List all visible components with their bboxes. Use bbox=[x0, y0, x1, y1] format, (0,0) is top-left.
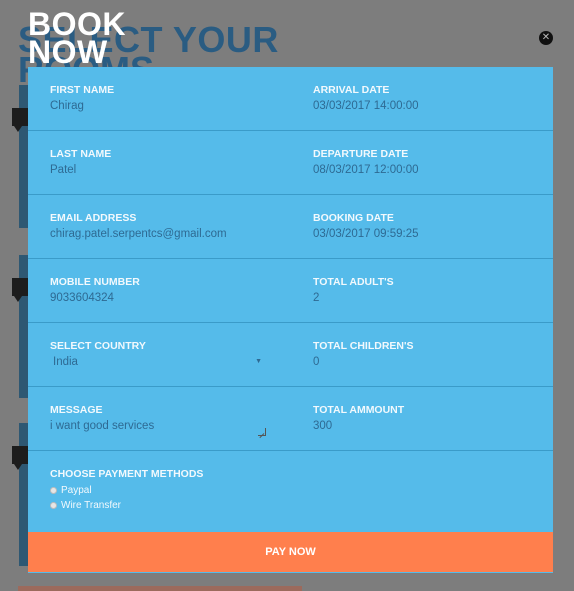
total-adults-label: TOTAL ADULT'S bbox=[313, 276, 394, 288]
first-name-label: FIRST NAME bbox=[50, 84, 115, 96]
mobile-input[interactable] bbox=[50, 291, 280, 305]
total-adults-field: TOTAL ADULT'S bbox=[290, 259, 552, 322]
booking-date-label: BOOKING DATE bbox=[313, 212, 394, 224]
first-name-field: FIRST NAME bbox=[28, 67, 290, 130]
country-label: SELECT COUNTRY bbox=[50, 340, 146, 352]
last-name-field: LAST NAME bbox=[28, 131, 290, 194]
mobile-label: MOBILE NUMBER bbox=[50, 276, 140, 288]
close-icon[interactable]: ✕ bbox=[539, 31, 553, 45]
departure-date-field: DEPARTURE DATE bbox=[290, 131, 552, 194]
arrival-date-field: ARRIVAL DATE bbox=[290, 67, 552, 130]
payment-option-wire-transfer[interactable]: Wire Transfer bbox=[50, 500, 290, 511]
chevron-down-icon: ▼ bbox=[255, 358, 262, 365]
total-children-field: TOTAL CHILDREN'S bbox=[290, 323, 552, 386]
form-row: MESSAGE i want good services TOTAL AMMOU… bbox=[28, 387, 553, 451]
pay-now-button[interactable]: PAY NOW bbox=[28, 532, 553, 572]
message-field: MESSAGE i want good services bbox=[28, 387, 290, 450]
arrival-date-input[interactable] bbox=[313, 99, 543, 113]
form-row: FIRST NAME ARRIVAL DATE bbox=[28, 67, 553, 131]
country-selected-value: India bbox=[53, 356, 78, 368]
background-strip bbox=[18, 586, 302, 591]
total-children-input[interactable] bbox=[313, 355, 543, 369]
first-name-input[interactable] bbox=[50, 99, 280, 113]
form-row: SELECT COUNTRY India ▼ TOTAL CHILDREN'S bbox=[28, 323, 553, 387]
form-row: EMAIL ADDRESS BOOKING DATE bbox=[28, 195, 553, 259]
departure-date-input[interactable] bbox=[313, 163, 543, 177]
booking-date-input[interactable] bbox=[313, 227, 543, 241]
booking-date-field: BOOKING DATE bbox=[290, 195, 552, 258]
email-input[interactable] bbox=[50, 227, 280, 241]
country-select[interactable]: India ▼ bbox=[50, 356, 262, 368]
payment-option-label: Paypal bbox=[61, 485, 92, 496]
payment-methods-field: CHOOSE PAYMENT METHODS Paypal Wire Trans… bbox=[28, 451, 290, 533]
radio-button[interactable] bbox=[50, 487, 57, 494]
arrival-date-label: ARRIVAL DATE bbox=[313, 84, 390, 96]
resize-handle-icon[interactable] bbox=[258, 428, 266, 436]
total-amount-label: TOTAL AMMOUNT bbox=[313, 404, 405, 416]
message-label: MESSAGE bbox=[50, 404, 103, 416]
country-field: SELECT COUNTRY India ▼ bbox=[28, 323, 290, 386]
modal-title: BOOK NOW bbox=[28, 8, 126, 70]
total-amount-input[interactable] bbox=[313, 419, 543, 433]
payment-methods-label: CHOOSE PAYMENT METHODS bbox=[50, 468, 204, 480]
email-field: EMAIL ADDRESS bbox=[28, 195, 290, 258]
booking-modal: FIRST NAME ARRIVAL DATE LAST NAME DEPART… bbox=[28, 67, 553, 573]
total-amount-field: TOTAL AMMOUNT bbox=[290, 387, 552, 450]
radio-button[interactable] bbox=[50, 502, 57, 509]
message-textarea[interactable]: i want good services bbox=[50, 419, 280, 433]
last-name-label: LAST NAME bbox=[50, 148, 112, 160]
mobile-field: MOBILE NUMBER bbox=[28, 259, 290, 322]
payment-option-paypal[interactable]: Paypal bbox=[50, 485, 290, 496]
total-adults-input[interactable] bbox=[313, 291, 543, 305]
email-label: EMAIL ADDRESS bbox=[50, 212, 137, 224]
departure-date-label: DEPARTURE DATE bbox=[313, 148, 409, 160]
form-row: MOBILE NUMBER TOTAL ADULT'S bbox=[28, 259, 553, 323]
modal-title-line2: NOW bbox=[28, 34, 108, 70]
form-row: CHOOSE PAYMENT METHODS Paypal Wire Trans… bbox=[28, 451, 553, 533]
payment-option-label: Wire Transfer bbox=[61, 500, 122, 511]
last-name-input[interactable] bbox=[50, 163, 280, 177]
total-children-label: TOTAL CHILDREN'S bbox=[313, 340, 414, 352]
form-row: LAST NAME DEPARTURE DATE bbox=[28, 131, 553, 195]
